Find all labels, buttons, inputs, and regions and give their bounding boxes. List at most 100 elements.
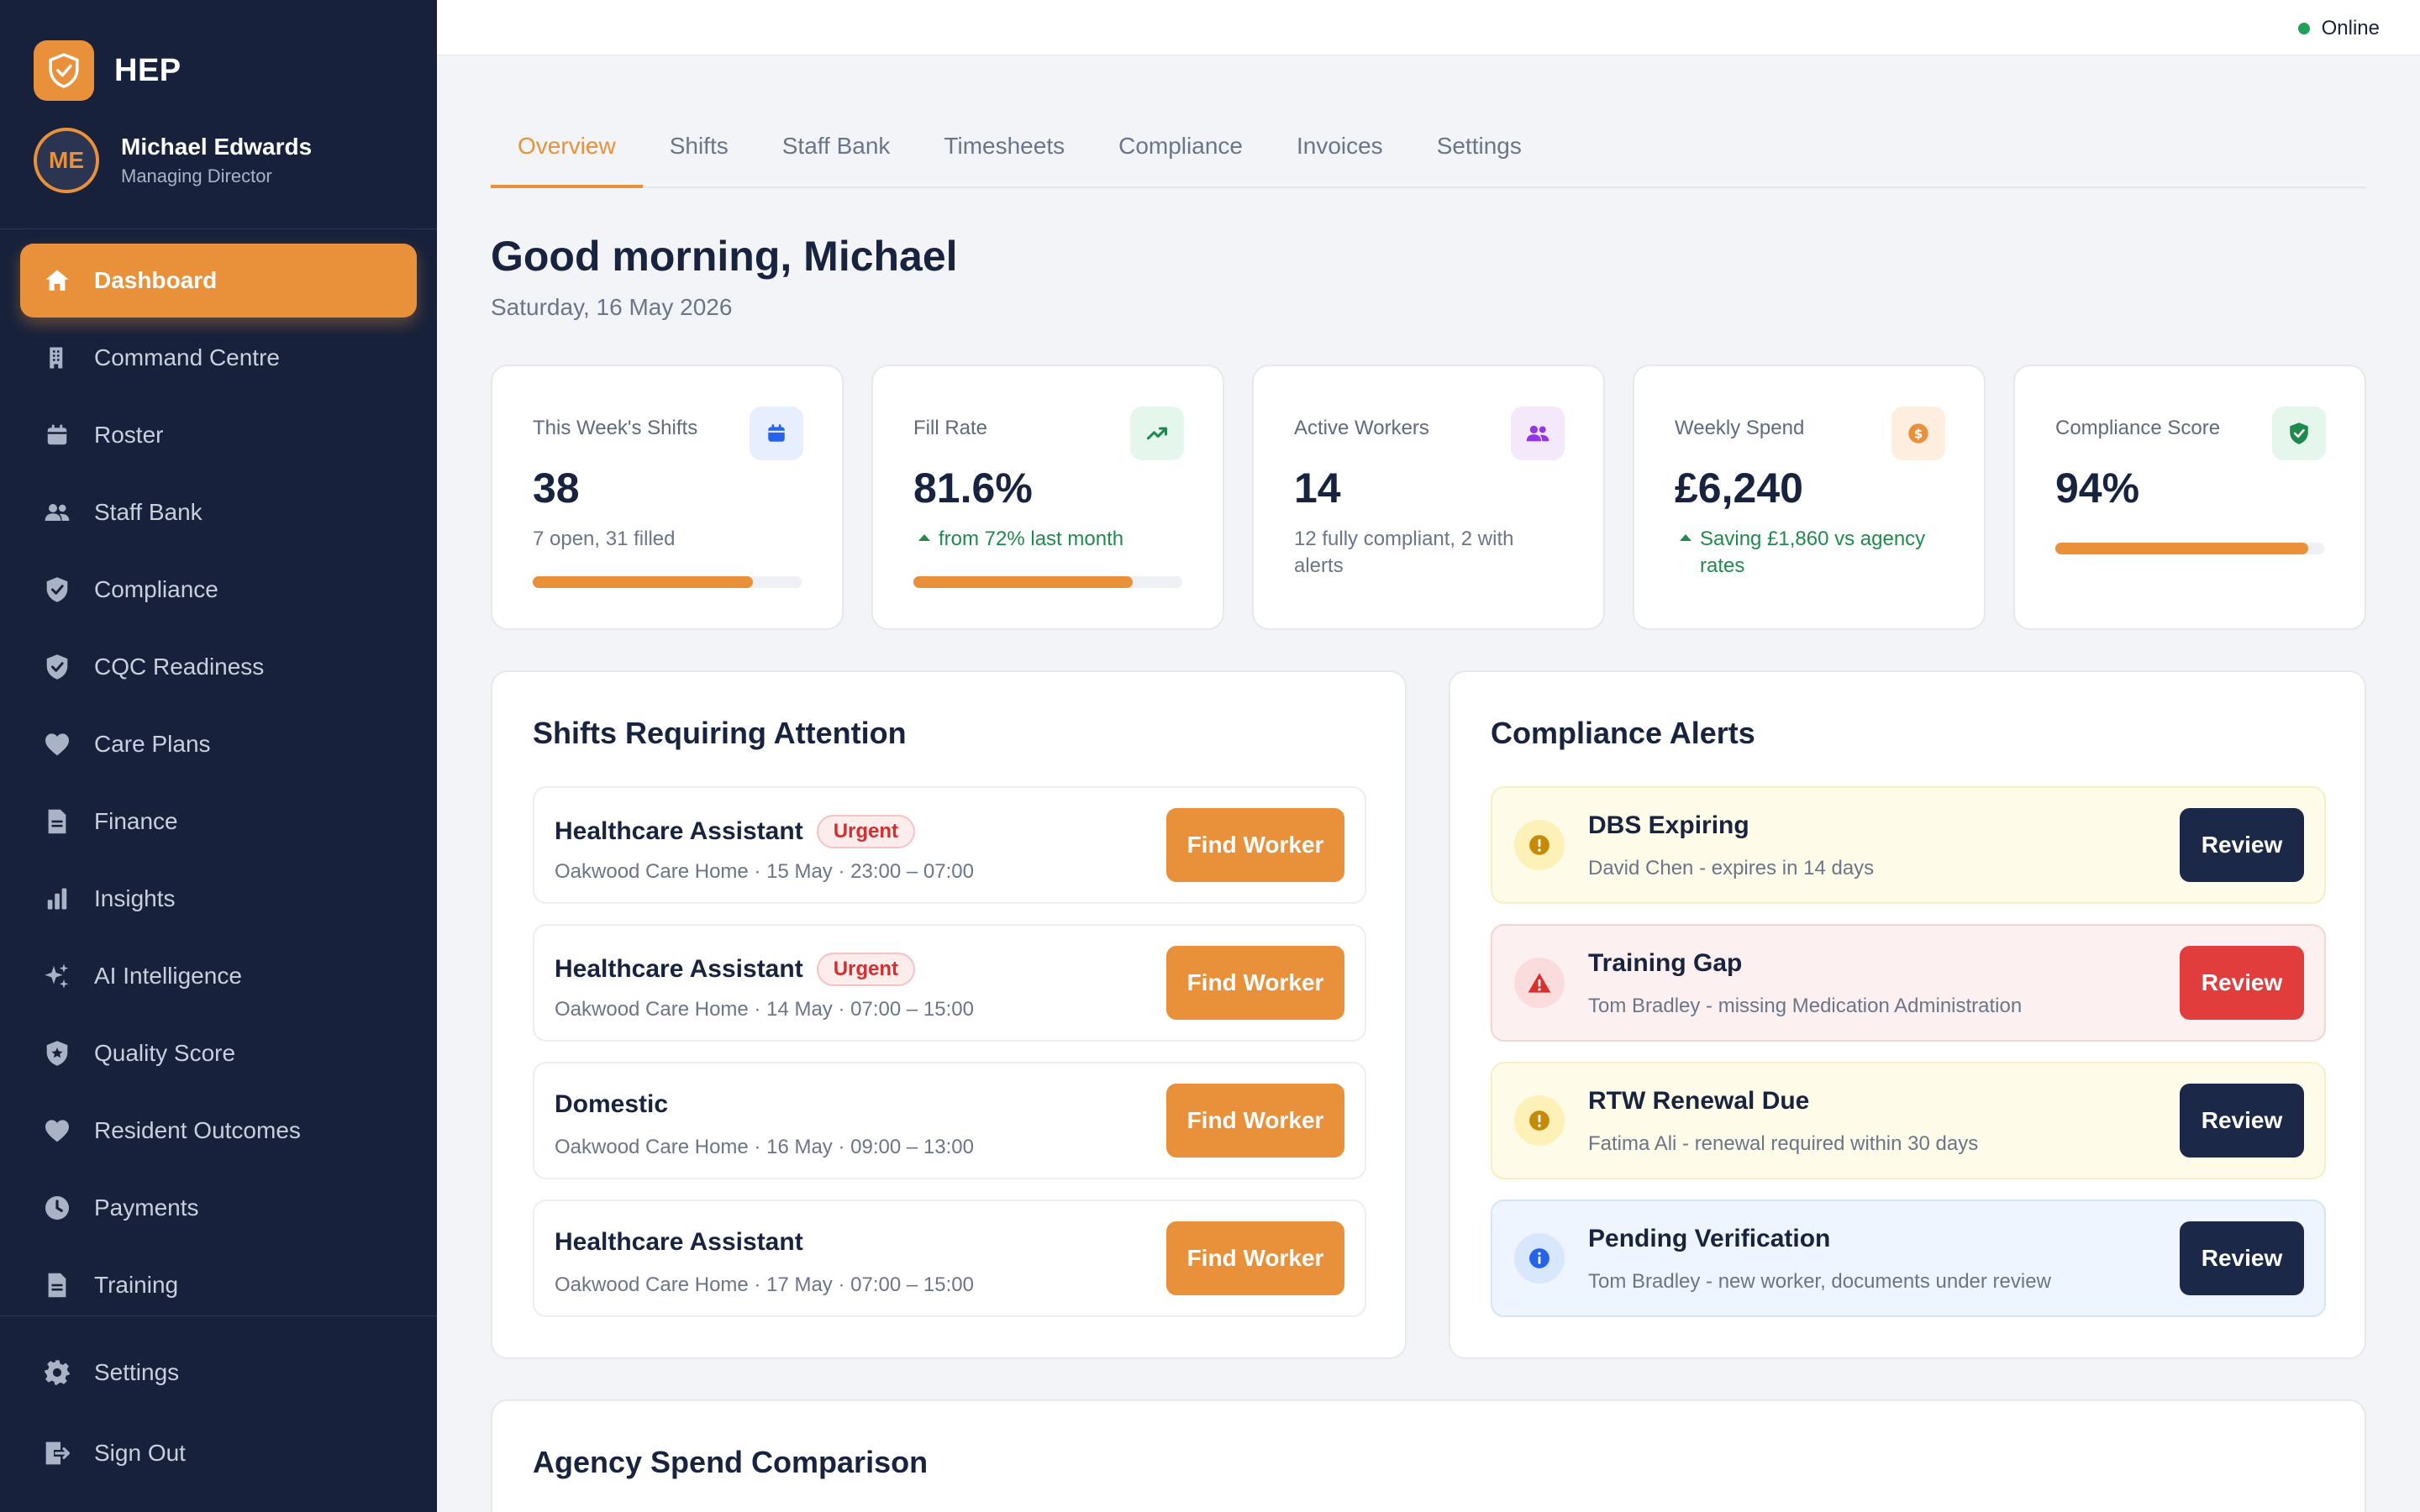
app-name: HEP [114, 52, 182, 88]
tab-timesheets[interactable]: Timesheets [917, 118, 1092, 188]
shift-role: Healthcare Assistant Urgent [555, 953, 916, 986]
shift-role-label: Healthcare Assistant [555, 1228, 803, 1256]
tab-bar: Overview Shifts Staff Bank Timesheets Compli… [491, 118, 2366, 188]
stat-subtext: 12 fully compliant, 2 with alerts [1294, 528, 1514, 577]
sidebar-item-cqc-readiness[interactable]: CQC Readiness [20, 630, 417, 704]
alert-description: Fatima Ali - renewal required within 30 … [1588, 1132, 1979, 1155]
topbar: Online [437, 0, 2420, 55]
shift-row: Healthcare Assistant Oakwood Care Home · … [533, 1200, 1366, 1317]
sidebar-item-settings[interactable]: Settings [20, 1336, 417, 1410]
stat-card-compliance-score[interactable]: Compliance Score 94% [2013, 365, 2366, 630]
shift-row: Healthcare Assistant Urgent Oakwood Care H… [533, 924, 1366, 1042]
sidebar-item-care-plans[interactable]: Care Plans [20, 707, 417, 781]
find-worker-button[interactable]: Find Worker [1166, 1221, 1344, 1295]
sidebar-item-dashboard[interactable]: Dashboard [20, 244, 417, 318]
stat-card-active-workers[interactable]: Active Workers 14 12 fully compliant, 2 … [1252, 365, 1605, 630]
alert-row-warning: RTW Renewal Due Fatima Ali - renewal requ… [1491, 1062, 2326, 1179]
sidebar-item-label: Training [94, 1272, 179, 1298]
sidebar-item-quality-score[interactable]: Quality Score [20, 1016, 417, 1090]
tab-invoices[interactable]: Invoices [1270, 118, 1410, 188]
shift-role-label: Domestic [555, 1090, 669, 1118]
shift-details: Oakwood Care Home · 15 May · 23:00 – 07:… [555, 860, 974, 883]
trending-up-icon [1130, 407, 1184, 460]
progress-bar [913, 576, 1182, 588]
svg-text:$: $ [1914, 426, 1923, 441]
shift-role: Healthcare Assistant [555, 1228, 803, 1257]
status-label: Online [2321, 17, 2380, 39]
tab-settings[interactable]: Settings [1410, 118, 1549, 188]
users-icon [1511, 407, 1565, 460]
stat-trend: from 72% last month [913, 526, 1182, 553]
sidebar-item-compliance[interactable]: Compliance [20, 553, 417, 627]
sidebar-item-label: AI Intelligence [94, 963, 242, 989]
shield-check-icon [42, 575, 72, 605]
find-worker-button[interactable]: Find Worker [1166, 808, 1344, 882]
alert-title: Training Gap [1588, 949, 1743, 977]
sidebar-item-payments[interactable]: Payments [20, 1171, 417, 1245]
sidebar-item-label: Resident Outcomes [94, 1117, 301, 1143]
stat-value: 81.6% [913, 465, 1033, 512]
alert-title: RTW Renewal Due [1588, 1087, 1810, 1115]
document-icon [42, 1270, 72, 1300]
sidebar-divider [0, 228, 437, 229]
sidebar-item-label: Insights [94, 885, 176, 911]
calendar-icon [750, 407, 803, 460]
tab-staff-bank[interactable]: Staff Bank [755, 118, 918, 188]
stat-card-weekly-spend[interactable]: Weekly Spend $ £6,240 Saving £1,860 vs a… [1633, 365, 1986, 630]
sidebar-item-label: Staff Bank [94, 499, 203, 525]
tab-compliance[interactable]: Compliance [1092, 118, 1270, 188]
clock-icon [42, 1193, 72, 1223]
shift-row: Domestic Oakwood Care Home · 16 May · 09:… [533, 1062, 1366, 1179]
sidebar-item-roster[interactable]: Roster [20, 398, 417, 472]
sidebar-item-label: Sign Out [94, 1440, 186, 1466]
sign-out-icon [42, 1438, 72, 1468]
warning-triangle-icon [1514, 958, 1565, 1008]
document-icon [42, 806, 72, 837]
sidebar-item-finance[interactable]: Finance [20, 785, 417, 858]
alert-description: Tom Bradley - new worker, documents unde… [1588, 1270, 2051, 1293]
review-button[interactable]: Review [2180, 808, 2304, 882]
sidebar-item-label: Care Plans [94, 731, 211, 757]
shift-details: Oakwood Care Home · 14 May · 07:00 – 15:… [555, 998, 974, 1021]
shift-details: Oakwood Care Home · 16 May · 09:00 – 13:… [555, 1136, 974, 1158]
review-button[interactable]: Review [2180, 946, 2304, 1020]
current-date: Saturday, 16 May 2026 [491, 294, 733, 320]
stat-subtext: 7 open, 31 filled [533, 528, 676, 550]
sidebar-item-label: Payments [94, 1194, 199, 1221]
urgent-badge: Urgent [816, 815, 916, 848]
tab-overview[interactable]: Overview [491, 118, 643, 188]
user-name: Michael Edwards [121, 134, 313, 160]
alert-row-info: Pending Verification Tom Bradley - new wo… [1491, 1200, 2326, 1317]
page-title: Good morning, Michael [491, 233, 958, 280]
find-worker-button[interactable]: Find Worker [1166, 1084, 1344, 1158]
review-button[interactable]: Review [2180, 1084, 2304, 1158]
brand[interactable]: HEP [34, 40, 182, 101]
stat-value: 14 [1294, 465, 1341, 512]
sidebar-item-insights[interactable]: Insights [20, 862, 417, 936]
user-profile[interactable]: ME Michael Edwards Managing Director [34, 128, 312, 193]
urgent-badge: Urgent [816, 953, 916, 986]
sidebar-item-training[interactable]: Training [20, 1248, 417, 1322]
sidebar-item-resident-outcomes[interactable]: Resident Outcomes [20, 1094, 417, 1168]
sidebar-item-staff-bank[interactable]: Staff Bank [20, 475, 417, 549]
panel-title: Compliance Alerts [1491, 716, 1755, 750]
sidebar-item-ai-intelligence[interactable]: AI Intelligence [20, 939, 417, 1013]
progress-bar [2055, 543, 2324, 554]
find-worker-button[interactable]: Find Worker [1166, 946, 1344, 1020]
shield-logo-icon [34, 40, 94, 101]
progress-bar [533, 576, 802, 588]
coin-icon: $ [1891, 407, 1945, 460]
review-button[interactable]: Review [2180, 1221, 2304, 1295]
shift-role-label: Healthcare Assistant [555, 955, 803, 983]
stat-card-shifts[interactable]: This Week's Shifts 38 7 open, 31 filled [491, 365, 844, 630]
stat-card-fill-rate[interactable]: Fill Rate 81.6% from 72% last month [871, 365, 1224, 630]
sidebar-item-sign-out[interactable]: Sign Out [20, 1416, 417, 1490]
tab-shifts[interactable]: Shifts [643, 118, 755, 188]
sidebar-bottom-nav: Settings Sign Out [20, 1336, 417, 1497]
exclamation-icon [1514, 1095, 1565, 1146]
sidebar-divider [0, 1315, 437, 1316]
sidebar-item-command-centre[interactable]: Command Centre [20, 321, 417, 395]
shield-check-icon [2272, 407, 2326, 460]
agency-spend-panel: Agency Spend Comparison [491, 1399, 2366, 1512]
alert-description: Tom Bradley - missing Medication Adminis… [1588, 995, 2023, 1017]
